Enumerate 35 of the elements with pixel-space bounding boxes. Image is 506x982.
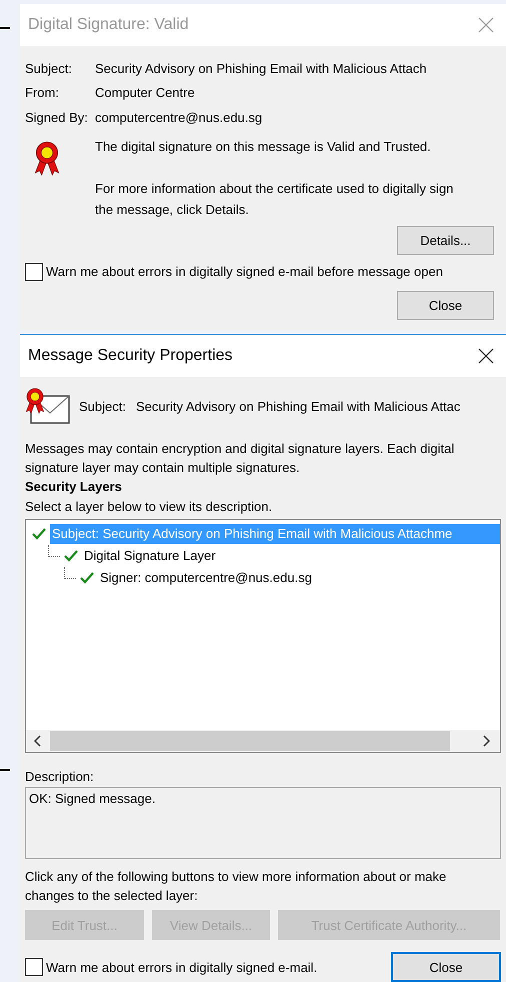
description-box: OK: Signed message. <box>25 787 501 859</box>
chevron-right-icon[interactable] <box>482 735 490 747</box>
dialog-title: Digital Signature: Valid <box>28 16 189 34</box>
checkbox[interactable] <box>25 958 43 976</box>
buttons-hint: Click any of the following buttons to view more information about or make changes to the selected layer: <box>25 868 448 905</box>
check-icon <box>80 572 94 584</box>
close-button[interactable]: Close <box>397 290 494 320</box>
check-icon <box>64 550 78 562</box>
close-button[interactable]: Close <box>391 952 501 982</box>
dialog-title: Message Security Properties <box>28 347 233 365</box>
chevron-left-icon[interactable] <box>34 735 42 747</box>
info-text: For more information about the certificate used to digitally sign the message, click Details. <box>95 180 454 219</box>
field-value: Security Advisory on Phishing Email with Malicious Attach <box>95 60 427 76</box>
checkbox-label: Warn me about errors in digitally signed e-mail. <box>46 960 318 974</box>
scrollbar-thumb[interactable] <box>50 731 450 751</box>
section-heading: Security Layers <box>25 478 123 496</box>
tree-hint: Select a layer below to view its description. <box>25 498 274 516</box>
details-button[interactable]: Details... <box>397 226 494 254</box>
field-value: computercentre@nus.edu.sg <box>95 110 262 125</box>
subject-label: Subject: <box>79 398 126 414</box>
intro-text: Messages may contain encryption and digital signature layers. Each digital signature layer may contain multiple signatures. <box>25 440 456 477</box>
layer-item[interactable]: Signer: computercentre@nus.edu.sg <box>98 568 314 588</box>
checkbox[interactable] <box>25 262 43 280</box>
field-value: Computer Centre <box>95 85 195 100</box>
status-text: The digital signature on this message is Valid and Trusted. <box>95 138 432 156</box>
layer-item[interactable]: Digital Signature Layer <box>82 546 218 566</box>
subject-value: Security Advisory on Phishing Email with Malicious Attac <box>136 398 460 414</box>
field-label: Subject: <box>25 60 73 76</box>
checkbox-label: Warn me about errors in digitally signed e-mail before message open <box>46 264 443 279</box>
field-label: Signed By: <box>25 110 89 125</box>
description-label: Description: <box>25 768 95 786</box>
field-label: From: <box>25 85 60 100</box>
check-icon <box>32 528 46 540</box>
close-icon[interactable] <box>478 348 494 364</box>
signed-envelope-icon <box>23 387 71 425</box>
